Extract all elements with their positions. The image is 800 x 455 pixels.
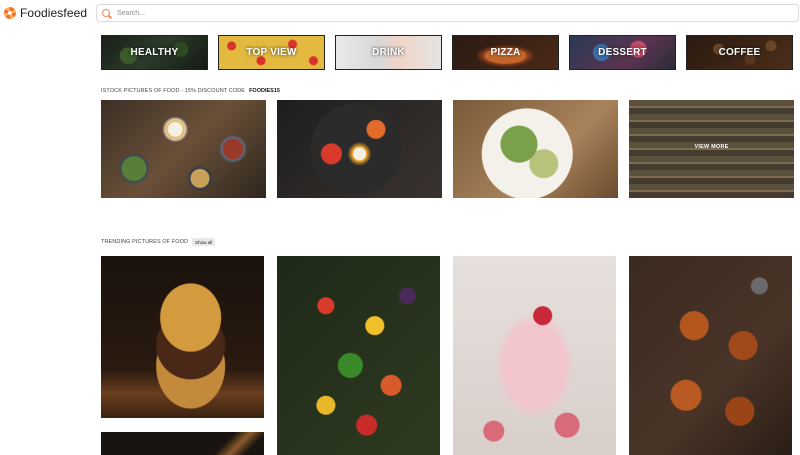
trending-photo-burger[interactable]: [101, 256, 264, 418]
istock-section-header: ISTOCK PICTURES OF FOOD - 15% DISCOUNT C…: [101, 88, 280, 94]
category-label: DESSERT: [598, 47, 647, 58]
istock-photo-shared-table[interactable]: [101, 100, 266, 198]
category-label: HEALTHY: [130, 47, 179, 58]
trending-photo-vegetables[interactable]: [277, 256, 440, 455]
category-label: TOP VIEW: [246, 47, 297, 58]
category-label: COFFEE: [718, 47, 761, 58]
trending-photo-grid: [101, 256, 792, 455]
category-top-view[interactable]: TOP VIEW: [218, 35, 325, 70]
view-more-link[interactable]: VIEW MORE: [629, 144, 794, 150]
search-input[interactable]: [117, 9, 787, 17]
istock-photo-bibimbap[interactable]: [277, 100, 442, 198]
section-title: TRENDING PICTURES OF FOOD: [101, 239, 189, 245]
logo-icon: [4, 7, 16, 19]
brand-logo[interactable]: Foodiesfeed: [4, 6, 87, 20]
trending-photo-chicken-wings[interactable]: [629, 256, 792, 455]
istock-view-more-card[interactable]: VIEW MORE: [629, 100, 794, 198]
category-drink[interactable]: DRINK: [335, 35, 442, 70]
category-coffee[interactable]: COFFEE: [686, 35, 793, 70]
category-label: PIZZA: [490, 47, 521, 58]
category-nav: HEALTHY TOP VIEW DRINK PIZZA DESSERT COF…: [101, 35, 793, 70]
section-title: ISTOCK PICTURES OF FOOD - 15% DISCOUNT C…: [101, 88, 246, 94]
category-pizza[interactable]: PIZZA: [452, 35, 559, 70]
search-icon: [102, 9, 110, 17]
category-label: DRINK: [372, 47, 405, 58]
discount-code: FOODIES15: [249, 88, 280, 94]
istock-photo-row: VIEW MORE: [101, 100, 794, 198]
istock-photo-salad[interactable]: [453, 100, 618, 198]
category-healthy[interactable]: HEALTHY: [101, 35, 208, 70]
trending-photo-strawberry-splash[interactable]: [453, 256, 616, 455]
trending-photo-partial[interactable]: [101, 432, 264, 455]
brand-name: Foodiesfeed: [20, 6, 88, 20]
trending-section-header: TRENDING PICTURES OF FOOD Show all: [101, 238, 216, 246]
search-bar[interactable]: [96, 4, 799, 22]
category-dessert[interactable]: DESSERT: [569, 35, 676, 70]
show-all-button[interactable]: Show all: [192, 238, 216, 246]
